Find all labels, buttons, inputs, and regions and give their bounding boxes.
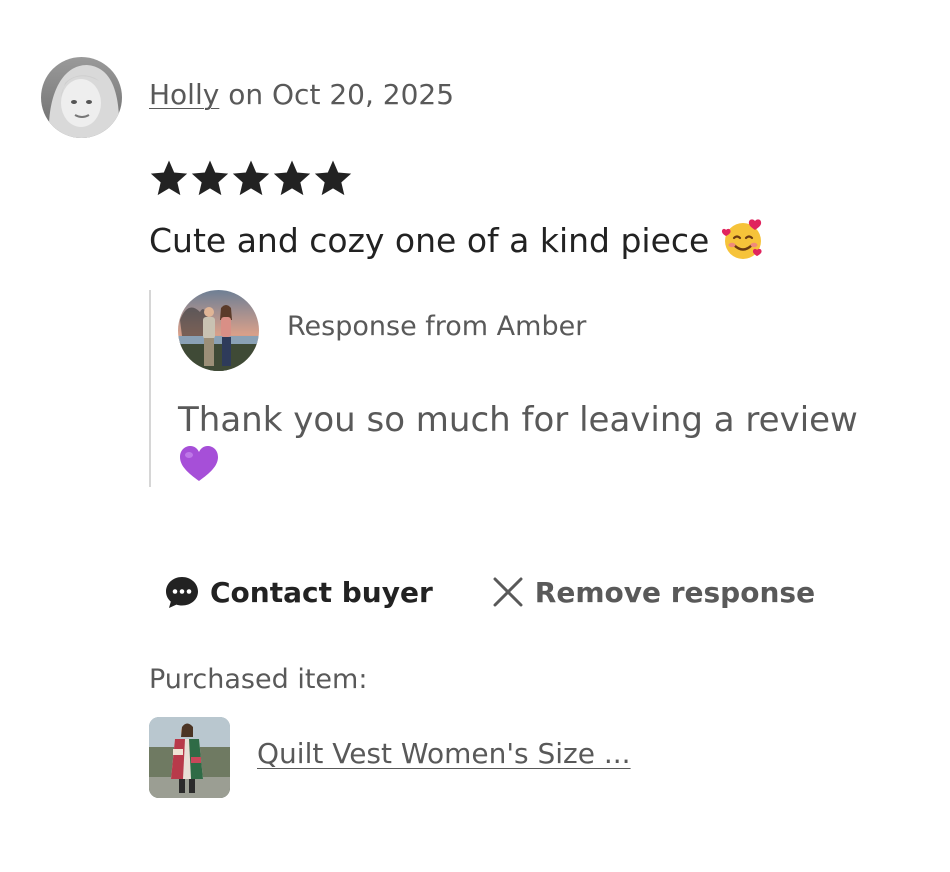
star-rating bbox=[149, 158, 353, 198]
review-date: on Oct 20, 2025 bbox=[219, 78, 455, 111]
review-text: Cute and cozy one of a kind piece bbox=[149, 220, 710, 260]
seller-avatar bbox=[178, 290, 259, 371]
seller-response: Response from Amber Thank you so much fo… bbox=[149, 290, 889, 487]
star-icon bbox=[273, 160, 311, 196]
smiling-face-with-hearts-icon bbox=[722, 219, 762, 259]
response-from: Response from Amber bbox=[287, 311, 587, 342]
review-header: Holly on Oct 20, 2025 bbox=[149, 78, 454, 111]
remove-response-label: Remove response bbox=[534, 575, 816, 609]
remove-response-button[interactable]: Remove response bbox=[491, 575, 815, 609]
contact-buyer-label: Contact buyer bbox=[210, 575, 433, 609]
response-text: Thank you so much for leaving a review bbox=[178, 400, 858, 440]
star-icon bbox=[150, 160, 188, 196]
star-icon bbox=[232, 160, 270, 196]
response-body: Thank you so much for leaving a review bbox=[178, 398, 888, 495]
reviewer-name-link[interactable]: Holly bbox=[149, 78, 219, 111]
close-icon bbox=[493, 577, 523, 607]
purchased-item-link[interactable]: Quilt Vest Women's Size ... bbox=[257, 737, 631, 770]
response-actions: Contact buyer Remove response bbox=[164, 574, 815, 610]
chat-bubble-icon bbox=[166, 577, 198, 608]
contact-buyer-button[interactable]: Contact buyer bbox=[164, 574, 433, 610]
reviewer-avatar[interactable] bbox=[41, 57, 122, 138]
purple-heart-icon bbox=[180, 446, 218, 481]
review-body: Cute and cozy one of a kind piece bbox=[149, 218, 765, 262]
star-icon bbox=[314, 160, 352, 196]
item-thumbnail[interactable] bbox=[149, 717, 230, 798]
purchased-item-label: Purchased item: bbox=[149, 664, 368, 695]
star-icon bbox=[191, 160, 229, 196]
